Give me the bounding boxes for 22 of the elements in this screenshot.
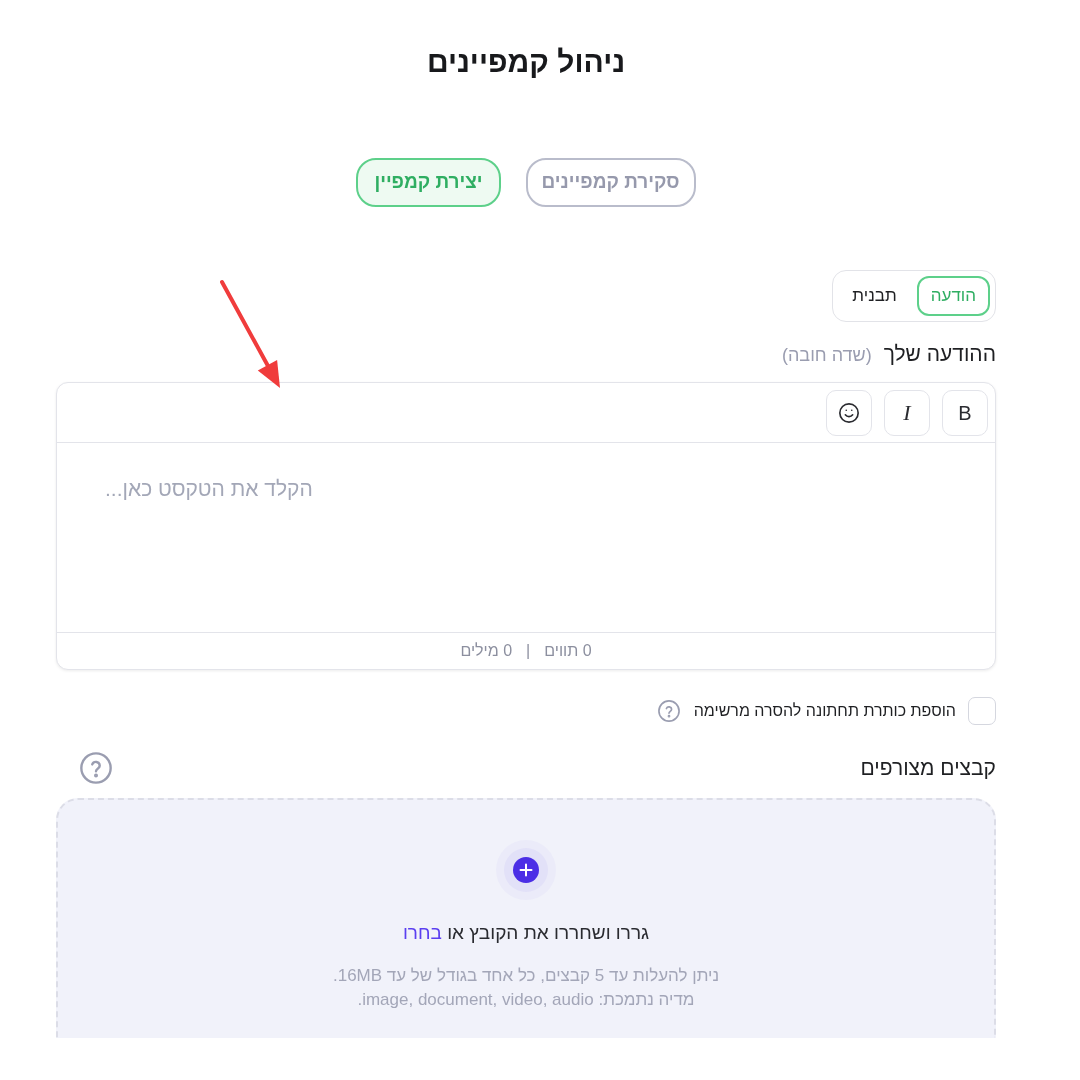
word-count: 0 מילים: [460, 641, 513, 661]
char-count: 0 תווים: [544, 641, 592, 661]
file-dropzone[interactable]: גררו ושחררו את הקובץ או בחרו ניתן להעלות עד 5 קבצים, כל אחד בגודל של עד 16MB. מדיה נתמכת: image, document, video, audio.: [56, 798, 996, 1038]
checkbox-label: הוספת כותרת תחתונה להסרה מרשימה: [693, 701, 956, 721]
help-icon[interactable]: [80, 752, 112, 784]
section-label: קבצים מצורפים: [860, 755, 996, 782]
help-icon[interactable]: [657, 700, 680, 722]
smiley-icon: [838, 401, 860, 424]
browse-link[interactable]: בחרו: [402, 922, 442, 943]
italic-button[interactable]: I: [884, 389, 930, 436]
page-title: ניהול קמפיינים: [426, 44, 626, 80]
plus-icon[interactable]: [496, 840, 556, 900]
drop-instruction: גררו ושחררו את הקובץ או בחרו: [402, 921, 650, 945]
supported-media-note: מדיה נתמכת: image, document, video, audio.: [357, 989, 695, 1011]
checkbox[interactable]: [968, 697, 996, 725]
message-input[interactable]: הקלד את הטקסט כאן...: [57, 443, 995, 632]
counter-separator: |: [526, 641, 531, 661]
bold-button[interactable]: B: [942, 389, 988, 436]
emoji-button[interactable]: [826, 389, 872, 436]
upload-limit-note: ניתן להעלות עד 5 קבצים, כל אחד בגודל של עד 16MB.: [332, 965, 720, 987]
field-label: ההודעה שלך: [883, 342, 996, 366]
required-hint: (שדה חובה): [781, 344, 872, 367]
